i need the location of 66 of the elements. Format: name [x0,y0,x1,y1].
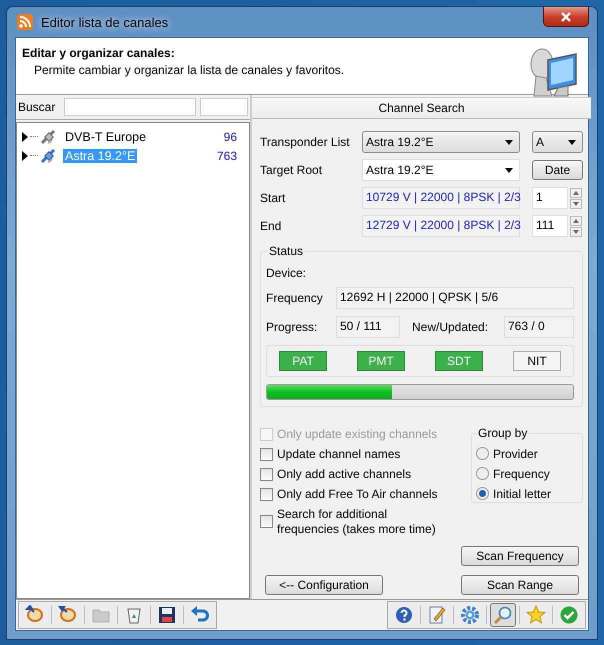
caret-icon [505,140,513,144]
notepad-icon [427,605,447,625]
group-title: Group by [476,426,530,440]
date-button[interactable]: Date [532,160,583,180]
spin-down-icon[interactable] [570,226,582,236]
expand-arrow-icon[interactable] [21,150,29,160]
checkbox-option[interactable]: Only add active channels [260,467,448,482]
caret-icon [568,140,576,144]
header-title: Editar y organizar canales: [22,46,176,60]
transponder-field: 12729 V | 22000 | 8PSK | 2/3 [362,215,520,237]
close-icon [560,12,572,22]
radio-option[interactable]: Provider [476,446,582,461]
new-updated-field: 763 / 0 [504,316,574,338]
field-label: End [260,219,282,233]
table-indicator: NIT [513,351,561,371]
scan-frequency-button[interactable]: Scan Frequency [461,546,579,566]
settings-icon [460,605,480,625]
channel-count: 763 [216,148,237,162]
checkbox-option[interactable]: Update channel names [260,447,448,462]
spin-up-icon[interactable] [570,188,582,198]
radio-option[interactable]: Frequency [476,466,582,481]
table-indicator: PMT [357,351,405,371]
spin-up-icon[interactable] [570,216,582,226]
table-indicator: SDT [435,351,483,371]
scan-range-button[interactable]: Scan Range [461,575,579,595]
star-icon [526,605,546,625]
transponder-field: 10729 V | 22000 | 8PSK | 2/3 [362,187,520,209]
field-label: Target Root [260,163,324,177]
export-icon [58,605,78,625]
progress-label: Progress: [266,320,318,334]
checkbox-option[interactable]: Search for additional frequencies (takes more time) [260,507,448,537]
save-icon [157,605,177,625]
search-icon [493,605,513,625]
tree-item[interactable]: DVB-T Europe [63,130,148,144]
radio-option[interactable]: Initial letter [476,486,582,501]
frequency-label: Frequency [266,291,324,305]
configuration-button[interactable]: <-- Configuration [265,575,383,595]
spin-field[interactable]: 111 [532,215,568,237]
window-title: Editor lista de canales [41,14,168,30]
checkbox-option[interactable]: Only add Free To Air channels [260,487,448,502]
rss-icon [17,14,33,30]
close-button[interactable] [543,7,589,27]
filter-field[interactable] [200,98,248,116]
spin-field[interactable]: 1 [532,187,568,209]
new-updated-label: New/Updated: [412,320,490,334]
search-field[interactable] [64,98,196,116]
transponder-dropdown[interactable]: Astra 19.2°E [362,131,520,153]
check-icon [559,605,579,625]
group-title: Status [267,244,306,258]
panel-header: Channel Search [252,97,591,119]
spin-down-icon[interactable] [570,198,582,208]
frequency-field: 12692 H | 22000 | QPSK | 5/6 [336,287,574,309]
help-icon [394,605,414,625]
header-subtitle: Permite cambiar y organizar la lista de canales y favoritos. [33,63,346,77]
field-label: Transponder List [260,135,351,149]
device-label: Device: [266,266,308,280]
caret-icon [505,168,513,172]
target-root-dropdown[interactable]: Astra 19.2°E [362,159,520,181]
table-indicator: PAT [279,351,327,371]
expand-arrow-icon[interactable] [21,132,29,142]
channel-count: 96 [224,130,237,144]
band-dropdown[interactable]: A [532,131,583,153]
search-label: Buscar [18,100,56,114]
progress-field: 50 / 111 [336,316,400,338]
import-icon [25,605,45,625]
field-label: Start [260,191,286,205]
